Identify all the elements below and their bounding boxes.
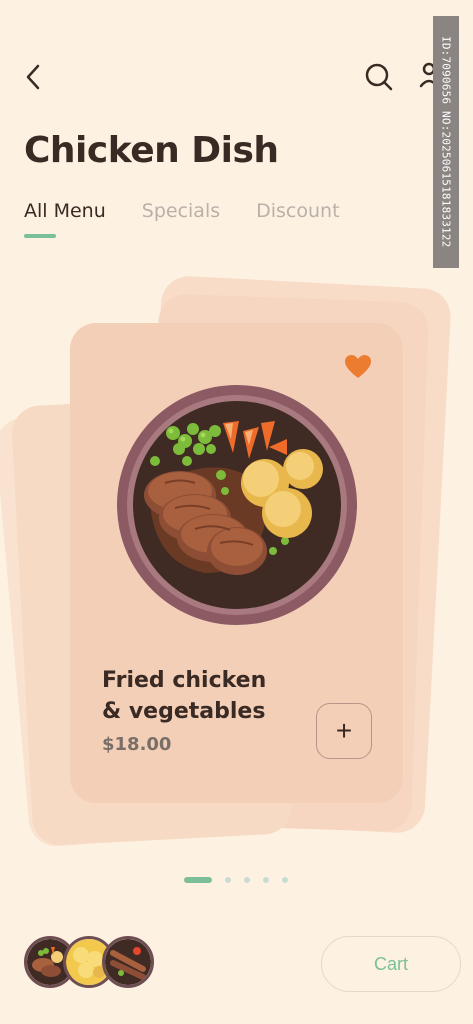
search-icon [365,63,393,91]
cart-button[interactable]: Cart [321,936,461,992]
cart-preview-thumbnails[interactable] [24,936,154,988]
tab-specials[interactable]: Specials [142,200,220,222]
pagination-dot[interactable] [282,877,288,883]
tab-discount[interactable]: Discount [256,200,339,222]
favorite-button[interactable] [344,353,372,381]
dish-name-line: & vegetables [102,699,266,724]
pagination-dot[interactable] [244,877,250,883]
dish-name-line: Fried chicken [102,668,267,693]
tab-label: Discount [256,200,340,222]
dish-image [117,385,357,625]
tab-label: Specials [141,200,221,222]
cart-item-thumbnail [102,936,154,988]
plus-icon: + [335,715,353,746]
active-tab-indicator [24,234,56,238]
dish-card[interactable]: Fried chicken & vegetables $18.00 + [70,323,403,803]
dish-name: Fried chicken & vegetables [102,665,302,727]
carousel-pagination [184,877,301,883]
add-to-cart-button[interactable]: + [316,703,372,759]
dish-price: $18.00 [102,734,172,755]
page-title: Chicken Dish [24,130,279,171]
tab-all-menu[interactable]: All Menu [24,200,106,238]
watermark-strip: ID:7090656 NO:20250615181833122 [433,16,459,268]
category-tabs: All Menu Specials Discount [24,200,376,238]
back-button[interactable] [20,60,46,94]
tab-label: All Menu [24,200,106,222]
search-button[interactable] [362,60,396,94]
pagination-dot-active[interactable] [184,877,212,883]
chevron-left-icon [26,64,40,90]
cart-button-label: Cart [373,953,408,974]
heart-icon [345,355,371,378]
pagination-dot[interactable] [263,877,269,883]
menu-screen: ID:7090656 NO:20250615181833122 Chicken … [0,0,473,1024]
pagination-dot[interactable] [225,877,231,883]
